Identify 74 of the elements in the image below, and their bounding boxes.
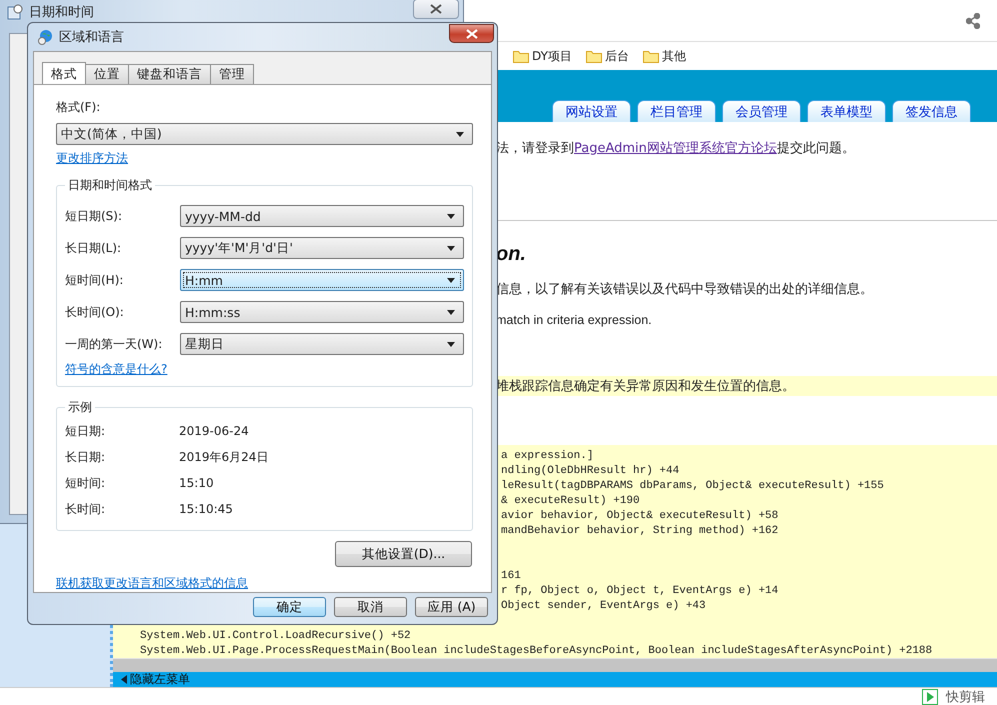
stack-trace-line: a expression.] <box>501 449 594 464</box>
field-label: 短时间(H): <box>65 272 124 288</box>
bookmark-folder[interactable]: DY项目 <box>513 48 572 64</box>
example-label: 短时间: <box>65 474 106 492</box>
format-dropdown[interactable]: H:mm <box>180 269 464 291</box>
tab[interactable]: 管理 <box>210 64 254 84</box>
format-dropdown[interactable]: yyyy-MM-dd <box>180 205 464 227</box>
dropdown-arrow-icon <box>447 246 455 250</box>
example-value: 2019年6月24日 <box>179 448 268 466</box>
close-icon <box>466 28 478 38</box>
horizontal-scrollbar[interactable] <box>113 658 997 672</box>
close-icon <box>430 4 442 14</box>
nav-tab[interactable]: 栏目管理 <box>637 100 716 122</box>
forum-link[interactable]: PageAdmin网站管理系统官方论坛 <box>574 141 777 156</box>
folder-icon <box>513 50 529 62</box>
dropdown-arrow-icon <box>447 310 455 314</box>
stack-trace-line: Object sender, EventArgs e) +43 <box>501 599 706 614</box>
hide-menu-button[interactable]: 隐藏左菜单 <box>121 671 190 688</box>
stack-trace-line: avior behavior, Object& executeResult) +58 <box>501 509 778 524</box>
stack-trace-line: mandBehavior behavior, String method) +162 <box>501 524 778 539</box>
nav-tab[interactable]: 表单模型 <box>807 100 886 122</box>
stack-trace-line: r fp, Object o, Object t, EventArgs e) +14 <box>501 584 778 599</box>
tab[interactable]: 位置 <box>85 64 129 84</box>
stack-trace-line: System.Web.UI.Control.LoadRecursive() +52 <box>140 629 411 644</box>
example-label: 长时间: <box>65 500 106 518</box>
close-button[interactable] <box>449 24 494 43</box>
format-dropdown[interactable]: H:mm:ss <box>180 301 464 323</box>
field-label: 长时间(O): <box>65 304 125 320</box>
field-label: 长日期(L): <box>65 240 122 256</box>
stack-trace-line: System.Web.UI.Page.ProcessRequestMain(Boolean includeStagesBeforeAsyncPoint, Boolean includeStagesAfterAsyncPoint) +2188 <box>140 644 932 658</box>
dropdown-arrow-icon <box>447 214 455 218</box>
nav-tab[interactable]: 网站设置 <box>552 100 631 122</box>
nav-tab[interactable]: 签发信息 <box>892 100 971 122</box>
dialog-button[interactable]: 取消 <box>334 597 407 617</box>
globe-icon <box>37 29 53 45</box>
sort-link[interactable]: 更改排序方法 <box>56 150 128 167</box>
symbols-link[interactable]: 符号的含意是什么? <box>65 361 168 378</box>
stack-trace-line: ndling(OleDbHResult hr) +44 <box>501 464 680 479</box>
dropdown-arrow-icon <box>456 132 464 136</box>
format-dropdown[interactable]: yyyy'年'M'月'd'日' <box>180 237 464 259</box>
window-title: 日期和时间 <box>29 4 94 21</box>
folder-icon <box>642 50 659 62</box>
example-value: 15:10:45 <box>179 502 233 516</box>
stack-trace-line: & executeResult) +190 <box>501 494 640 509</box>
online-info-link[interactable]: 联机获取更改语言和区域格式的信息 <box>56 575 248 592</box>
example-value: 15:10 <box>179 476 214 490</box>
dialog-button[interactable]: 应用 (A) <box>415 597 488 617</box>
field-label: 一周的第一天(W): <box>65 336 164 352</box>
group-title: 示例 <box>67 399 93 416</box>
example-label: 长日期: <box>65 448 106 466</box>
nav-tab[interactable]: 会员管理 <box>722 100 801 122</box>
dropdown-arrow-icon <box>447 342 455 346</box>
share-icon[interactable] <box>966 12 980 28</box>
tab[interactable]: 键盘和语言 <box>128 64 211 84</box>
tab[interactable]: 格式 <box>42 62 86 85</box>
dialog-title: 区域和语言 <box>59 29 124 46</box>
dropdown-arrow-icon <box>447 278 455 282</box>
format-dropdown[interactable]: 星期日 <box>180 333 464 355</box>
stack-trace-line: leResult(tagDBPARAMS dbParams, Object& executeResult) +155 <box>501 479 884 494</box>
example-value: 2019-06-24 <box>179 424 249 438</box>
field-label: 短日期(S): <box>65 208 124 224</box>
caret-icon <box>121 675 127 684</box>
stack-trace-line: 161 <box>501 569 521 584</box>
example-label: 短日期: <box>65 422 106 440</box>
app-tray-item[interactable]: 快剪辑 <box>922 688 985 705</box>
folder-icon <box>586 50 602 62</box>
dialog-button[interactable]: 确定 <box>253 597 326 617</box>
bookmark-folder[interactable]: 后台 <box>586 48 629 64</box>
bookmark-folder[interactable]: 其他 <box>642 48 686 64</box>
format-dropdown[interactable]: 中文(简体，中国) <box>56 123 473 145</box>
group-title: 日期和时间格式 <box>67 177 153 194</box>
close-button[interactable] <box>413 0 459 19</box>
format-label: 格式(F): <box>56 99 102 116</box>
additional-settings-button[interactable]: 其他设置(D)... <box>335 541 472 567</box>
